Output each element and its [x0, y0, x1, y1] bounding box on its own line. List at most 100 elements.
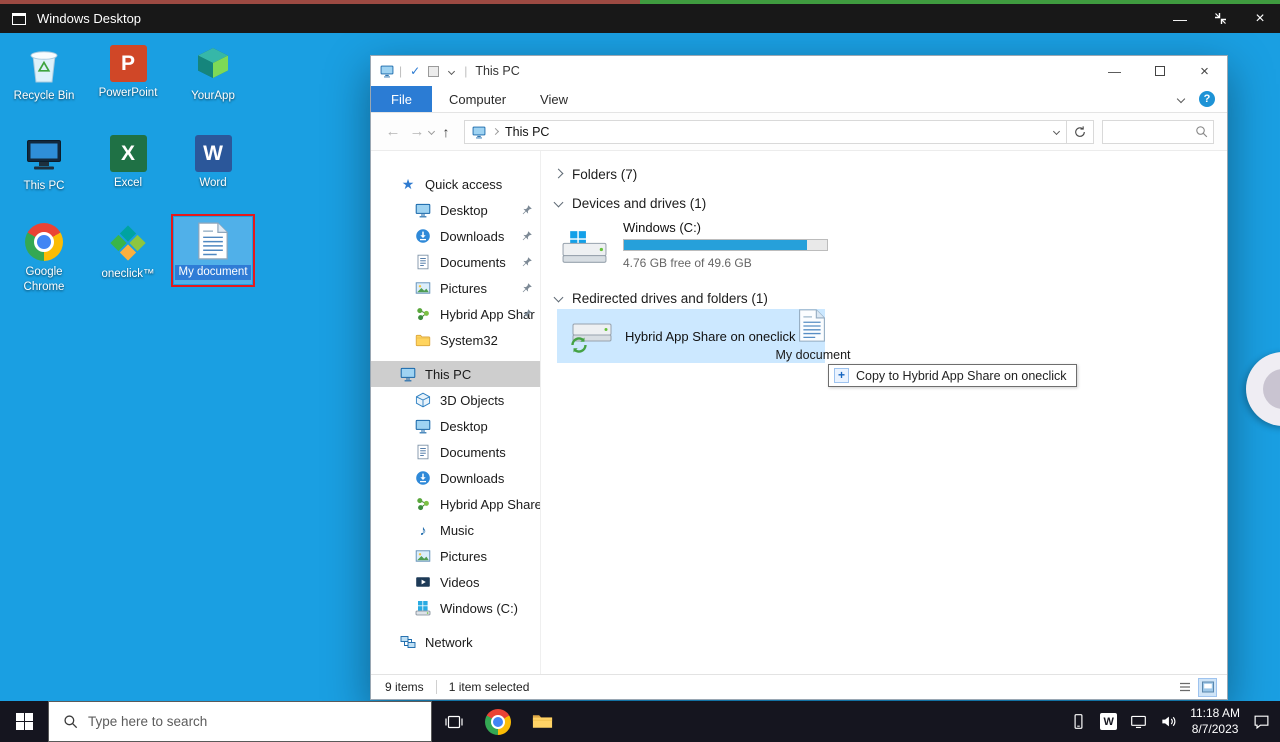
sidebar-this-pc[interactable]: This PC	[371, 361, 540, 387]
sidebar-item-hybrid-app-share-qa[interactable]: Hybrid App Shar	[371, 301, 540, 327]
sidebar-item-3d-objects[interactable]: 3D Objects	[371, 387, 540, 413]
up-button[interactable]: ↑	[434, 124, 458, 140]
taskbar-search-input[interactable]	[88, 714, 431, 729]
sidebar-item-music[interactable]: ♪ Music	[371, 517, 540, 543]
desktop-icon-yourapp[interactable]: YourApp	[174, 41, 252, 108]
ribbon-expand-chevron-icon[interactable]	[1177, 95, 1185, 103]
minimize-button[interactable]: —	[1160, 4, 1200, 33]
sidebar-item-pictures[interactable]: Pictures	[371, 543, 540, 569]
taskbar-clock[interactable]: 11:18 AM 8/7/2023	[1190, 706, 1240, 737]
pictures-icon	[415, 548, 431, 564]
drag-drop-tooltip: + Copy to Hybrid App Share on oneclick	[828, 364, 1077, 387]
close-button[interactable]: ×	[1240, 4, 1280, 33]
start-button[interactable]	[0, 701, 48, 742]
large-icons-view-icon	[1201, 680, 1215, 694]
address-dropdown-chevron-icon[interactable]	[1053, 128, 1060, 135]
group-header-folders[interactable]: Folders (7)	[555, 167, 637, 182]
explorer-search-input[interactable]	[1108, 125, 1195, 139]
explorer-maximize-button[interactable]	[1137, 56, 1182, 86]
back-button[interactable]: ←	[381, 123, 405, 140]
statusbar-divider	[436, 680, 437, 694]
navigation-pane: ★ Quick access Desktop Downloads Documen…	[371, 151, 541, 674]
notifications-icon[interactable]	[1253, 713, 1270, 730]
chrome-icon	[25, 223, 63, 261]
sidebar-item-windows-c[interactable]: Windows (C:)	[371, 595, 540, 621]
group-header-redirected[interactable]: Redirected drives and folders (1)	[555, 291, 768, 306]
sidebar-item-downloads[interactable]: Downloads	[371, 465, 540, 491]
qat-check-icon[interactable]: ✓	[410, 64, 420, 78]
taskbar-search[interactable]	[48, 701, 432, 742]
desktop-icon-google-chrome[interactable]: Google Chrome	[5, 219, 83, 299]
sidebar-item-label: Pictures	[440, 549, 487, 564]
desktop-icon-word[interactable]: W Word	[174, 131, 252, 195]
sidebar-item-desktop-qa[interactable]: Desktop	[371, 197, 540, 223]
sidebar-quick-access[interactable]: ★ Quick access	[371, 171, 540, 197]
qat-customize-chevron-icon[interactable]	[448, 67, 455, 74]
refresh-button[interactable]	[1067, 120, 1094, 144]
desktop-icon-excel[interactable]: X Excel	[89, 131, 167, 195]
desktop-icon-this-pc[interactable]: This PC	[5, 131, 83, 198]
display-tray-icon[interactable]	[1130, 713, 1147, 730]
sidebar-item-downloads-qa[interactable]: Downloads	[371, 223, 540, 249]
explorer-minimize-button[interactable]: —	[1092, 56, 1137, 86]
chevron-down-icon[interactable]	[554, 293, 564, 303]
taskbar-chrome-button[interactable]	[476, 701, 520, 742]
drive-windows-c-item[interactable]: Windows (C:) 4.76 GB free of 49.6 GB	[561, 220, 841, 282]
w-app-tray-icon[interactable]: W	[1100, 713, 1117, 730]
tab-view[interactable]: View	[523, 86, 585, 112]
task-view-icon	[445, 713, 463, 731]
sidebar-network[interactable]: Network	[371, 629, 540, 655]
documents-icon	[415, 254, 431, 270]
desktop-icon-oneclick[interactable]: oneclick™	[89, 219, 167, 286]
restore-button[interactable]	[1200, 4, 1240, 33]
forward-button[interactable]: →	[405, 123, 429, 140]
explorer-search-box[interactable]	[1102, 120, 1214, 144]
content-pane[interactable]: Folders (7) Devices and drives (1) Windo…	[541, 151, 1227, 674]
desktop-icon-my-document[interactable]: My document	[174, 217, 252, 284]
desktop-icon-label: My document	[175, 265, 250, 280]
drive-usage-bar	[623, 239, 828, 251]
taskbar-explorer-button[interactable]	[520, 701, 564, 742]
tab-computer[interactable]: Computer	[432, 86, 523, 112]
desktop-icon-recycle-bin[interactable]: Recycle Bin	[5, 41, 83, 108]
group-header-devices[interactable]: Devices and drives (1)	[555, 196, 706, 211]
pin-icon	[521, 308, 533, 320]
sidebar-group-label: This PC	[425, 367, 471, 382]
sidebar-item-documents[interactable]: Documents	[371, 439, 540, 465]
explorer-titlebar[interactable]: | ✓ | This PC — ×	[371, 56, 1227, 86]
session-side-handle-knob	[1263, 369, 1280, 409]
chevron-right-icon[interactable]	[554, 169, 564, 179]
sidebar-item-label: Documents	[440, 255, 506, 270]
address-bar[interactable]: This PC	[464, 120, 1067, 144]
sidebar-item-system32[interactable]: System32	[371, 327, 540, 353]
outer-window-controls: — ×	[1160, 4, 1280, 33]
large-icons-view-button[interactable]	[1198, 678, 1217, 697]
details-view-button[interactable]	[1175, 678, 1194, 697]
recycle-bin-icon	[24, 45, 64, 85]
sidebar-item-desktop[interactable]: Desktop	[371, 413, 540, 439]
sidebar-item-hybrid-app-share[interactable]: Hybrid App Share o	[371, 491, 540, 517]
sidebar-item-videos[interactable]: Videos	[371, 569, 540, 595]
sidebar-group-label: Network	[425, 635, 473, 650]
explorer-close-button[interactable]: ×	[1182, 56, 1227, 86]
chevron-down-icon[interactable]	[554, 198, 564, 208]
outer-titlebar[interactable]: Windows Desktop — ×	[0, 4, 1280, 33]
explorer-app-icon	[380, 64, 394, 78]
sidebar-item-documents-qa[interactable]: Documents	[371, 249, 540, 275]
oneclick-icon	[108, 223, 148, 263]
minimize-icon: —	[1173, 11, 1187, 27]
phone-tray-icon[interactable]	[1070, 713, 1087, 730]
qat-properties-icon[interactable]	[428, 66, 439, 77]
tab-file[interactable]: File	[371, 86, 432, 112]
group-label: Devices and drives (1)	[572, 196, 706, 211]
drive-name: Windows (C:)	[623, 220, 701, 235]
sidebar-item-pictures-qa[interactable]: Pictures	[371, 275, 540, 301]
music-note-icon: ♪	[415, 522, 431, 538]
search-icon	[1195, 125, 1208, 138]
desktop-icon-powerpoint[interactable]: P PowerPoint	[89, 41, 167, 105]
desktop-icon	[415, 202, 431, 218]
help-icon[interactable]: ?	[1199, 91, 1215, 107]
sidebar-spacer	[371, 353, 540, 361]
volume-icon[interactable]	[1160, 713, 1177, 730]
task-view-button[interactable]	[432, 701, 476, 742]
